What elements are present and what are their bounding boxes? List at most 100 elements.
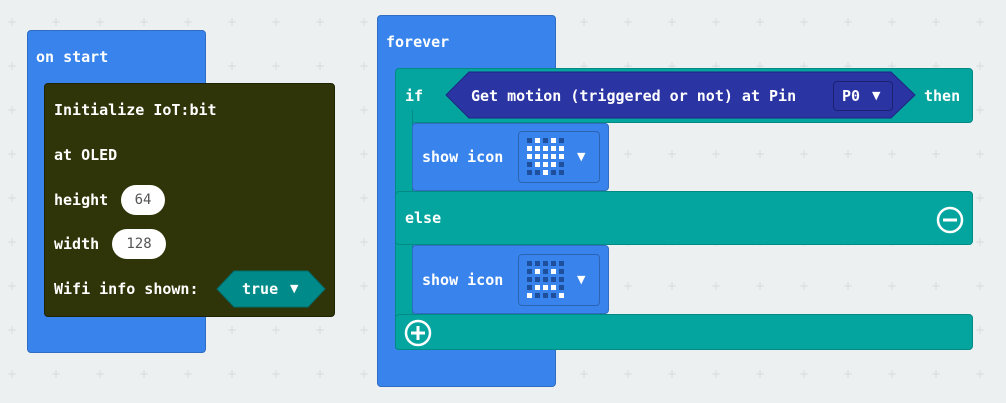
led-pixel [551, 146, 556, 151]
else-section [395, 191, 973, 245]
led-pixel [527, 146, 532, 151]
grid-marker: + [931, 279, 942, 293]
add-circle-icon[interactable] [404, 319, 432, 347]
grid-marker: + [227, 323, 238, 337]
grid-marker: + [315, 59, 326, 73]
grid-marker: + [667, 367, 678, 381]
grid-marker: + [799, 367, 810, 381]
grid-marker: + [51, 367, 62, 381]
grid-marker: + [887, 367, 898, 381]
grid-marker: + [139, 15, 150, 29]
icon-dropdown[interactable]: ▼ [518, 254, 600, 306]
grid-marker: + [975, 235, 986, 249]
width-input[interactable]: 128 [112, 229, 166, 259]
heart-icon [527, 138, 567, 178]
grid-marker: + [359, 103, 370, 117]
led-pixel [543, 170, 548, 175]
led-pixel [535, 146, 540, 151]
grid-marker: + [667, 147, 678, 161]
grid-marker: + [931, 367, 942, 381]
grid-marker: + [7, 191, 18, 205]
grid-marker: + [887, 15, 898, 29]
grid-marker: + [843, 15, 854, 29]
grid-marker: + [183, 15, 194, 29]
led-pixel [559, 285, 564, 290]
grid-marker: + [271, 323, 282, 337]
grid-marker: + [139, 367, 150, 381]
grid-marker: + [95, 367, 106, 381]
led-pixel [559, 162, 564, 167]
grid-marker: + [95, 15, 106, 29]
sad-face-icon [527, 261, 567, 301]
led-pixel [535, 138, 540, 143]
grid-marker: + [975, 323, 986, 337]
grid-marker: + [711, 147, 722, 161]
iot-at-oled-label: at OLED [54, 146, 118, 164]
led-pixel [527, 277, 532, 282]
led-pixel [543, 293, 548, 298]
grid-marker: + [315, 323, 326, 337]
remove-circle-icon[interactable] [936, 206, 964, 234]
grid-marker: + [667, 15, 678, 29]
grid-marker: + [359, 147, 370, 161]
led-pixel [543, 154, 548, 159]
height-input[interactable]: 64 [121, 185, 165, 215]
led-pixel [551, 269, 556, 274]
grid-marker: + [975, 15, 986, 29]
led-pixel [543, 146, 548, 151]
grid-marker: + [799, 147, 810, 161]
motion-condition-label: Get motion (triggered or not) at Pin [471, 87, 797, 105]
grid-marker: + [843, 367, 854, 381]
led-pixel [527, 293, 532, 298]
else-label: else [405, 209, 442, 227]
icon-dropdown[interactable]: ▼ [518, 131, 600, 183]
iot-wifi-label: Wifi info shown: [54, 280, 199, 298]
grid-marker: + [711, 279, 722, 293]
led-pixel [559, 277, 564, 282]
grid-marker: + [623, 367, 634, 381]
grid-marker: + [315, 15, 326, 29]
grid-marker: + [843, 279, 854, 293]
led-pixel [527, 261, 532, 266]
led-pixel [535, 277, 540, 282]
grid-marker: + [359, 235, 370, 249]
grid-marker: + [755, 367, 766, 381]
grid-marker: + [755, 15, 766, 29]
led-pixel [535, 261, 540, 266]
grid-marker: + [623, 147, 634, 161]
led-pixel [551, 293, 556, 298]
grid-marker: + [7, 103, 18, 117]
grid-marker: + [227, 59, 238, 73]
show-icon-label: show icon [422, 271, 504, 289]
grid-marker: + [975, 59, 986, 73]
grid-marker: + [359, 367, 370, 381]
grid-marker: + [887, 279, 898, 293]
led-pixel [527, 170, 532, 175]
if-else-footer [395, 314, 973, 350]
led-pixel [559, 269, 564, 274]
dropdown-caret-icon: ▼ [290, 282, 299, 295]
pin-value: P0 [842, 87, 861, 105]
led-pixel [543, 269, 548, 274]
then-label: then [924, 87, 961, 105]
grid-marker: + [7, 367, 18, 381]
led-pixel [535, 293, 540, 298]
led-pixel [559, 146, 564, 151]
led-pixel [527, 269, 532, 274]
grid-marker: + [359, 15, 370, 29]
grid-marker: + [271, 15, 282, 29]
iot-initialize-title: Initialize IoT:bit [54, 101, 217, 119]
grid-marker: + [755, 279, 766, 293]
iot-height-label: height [54, 191, 109, 209]
grid-marker: + [7, 279, 18, 293]
iot-width-label: width [54, 235, 100, 253]
led-pixel [543, 162, 548, 167]
grid-marker: + [799, 15, 810, 29]
led-pixel [527, 162, 532, 167]
led-pixel [543, 277, 548, 282]
led-pixel [551, 277, 556, 282]
led-pixel [551, 261, 556, 266]
grid-marker: + [51, 15, 62, 29]
grid-marker: + [579, 15, 590, 29]
grid-marker: + [7, 15, 18, 29]
